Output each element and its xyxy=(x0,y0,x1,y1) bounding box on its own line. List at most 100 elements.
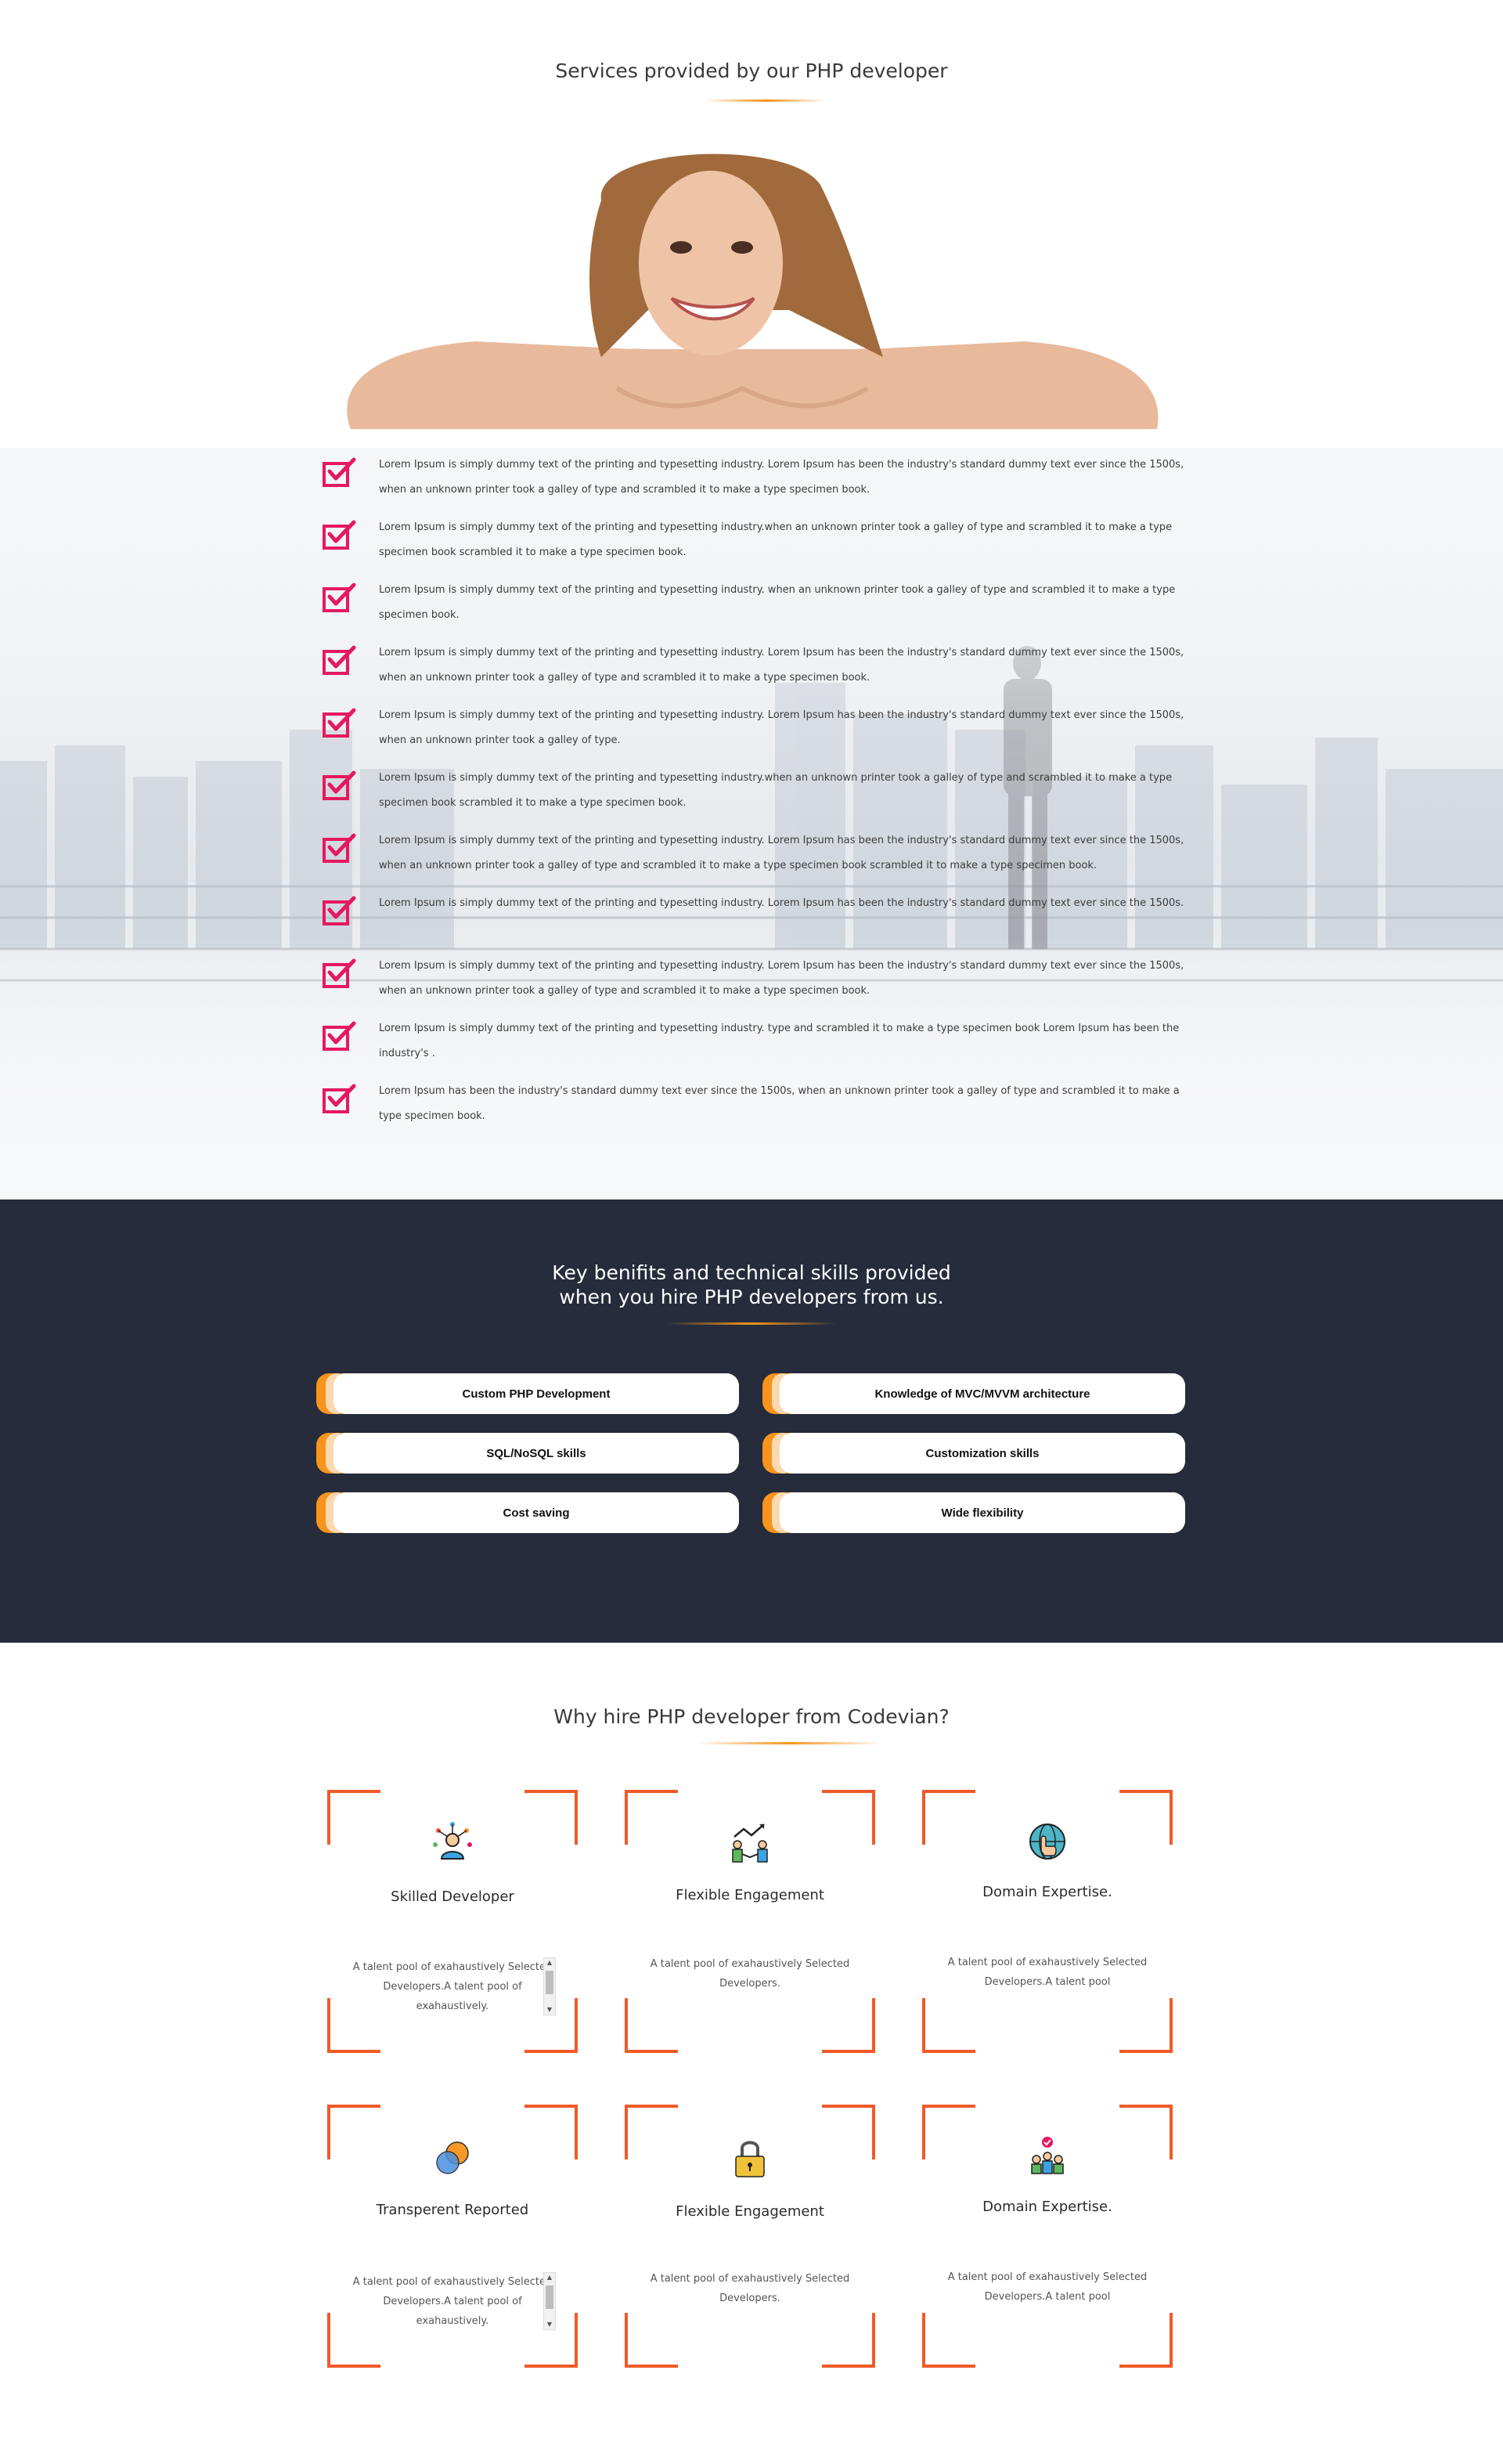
card-skilled-developer: Skilled Developer A talent pool of exaha… xyxy=(327,1790,578,2053)
corner-bracket xyxy=(1119,2105,1173,2159)
checkbox-checked-icon xyxy=(323,1021,356,1051)
corner-bracket xyxy=(327,2105,380,2159)
pill-customization-skills: Customization skills xyxy=(762,1433,1185,1474)
services-list: Lorem Ipsum is simply dummy text of the … xyxy=(319,453,1190,1142)
benefits-title-line1: Key benifits and technical skills provid… xyxy=(552,1261,951,1284)
card-text: A talent pool of exahaustively Selected … xyxy=(947,1957,1148,1988)
scroll-down-icon[interactable]: ▼ xyxy=(544,2005,555,2015)
service-text: Lorem Ipsum is simply dummy text of the … xyxy=(379,459,1184,496)
pill-wide-flexibility: Wide flexibility xyxy=(762,1492,1185,1533)
service-item: Lorem Ipsum is simply dummy text of the … xyxy=(319,954,1190,1016)
pill-label: Wide flexibility xyxy=(780,1492,1185,1533)
card-title: Flexible Engagement xyxy=(676,1887,824,1903)
card-title: Domain Expertise. xyxy=(982,2199,1112,2215)
pill-cost-saving: Cost saving xyxy=(316,1492,739,1533)
pill-label: Knowledge of MVC/MVVM architecture xyxy=(780,1373,1185,1414)
corner-bracket xyxy=(822,2105,875,2159)
card-domain-expertise: Domain Expertise. A talent pool of exaha… xyxy=(922,1790,1173,2053)
card-text: A talent pool of exahaustively Selected … xyxy=(352,2276,553,2327)
service-text: Lorem Ipsum is simply dummy text of the … xyxy=(379,709,1184,746)
service-item: Lorem Ipsum is simply dummy text of the … xyxy=(319,578,1190,640)
corner-bracket xyxy=(922,2105,975,2159)
service-text: Lorem Ipsum has been the industry's stan… xyxy=(379,1085,1180,1122)
scroll-up-icon[interactable]: ▲ xyxy=(544,2273,555,2282)
card-text: A talent pool of exahaustively Selected … xyxy=(352,1961,553,2012)
service-text: Lorem Ipsum is simply dummy text of the … xyxy=(379,584,1176,621)
corner-bracket xyxy=(625,2105,678,2159)
checkbox-checked-icon xyxy=(323,457,356,487)
card-text: A talent pool of exahaustively Selected … xyxy=(650,2273,850,2304)
checkbox-checked-icon xyxy=(323,520,356,550)
team-check-icon xyxy=(1031,2137,1064,2174)
benefits-title: Key benifits and technical skills provid… xyxy=(0,1261,1503,1309)
service-text: Lorem Ipsum is simply dummy text of the … xyxy=(379,647,1184,684)
benefits-title-line2: when you hire PHP developers from us. xyxy=(559,1286,944,1308)
benefits-section: Key benifits and technical skills provid… xyxy=(0,1200,1503,1643)
corner-bracket xyxy=(524,1790,578,1845)
services-title: Services provided by our PHP developer xyxy=(555,60,948,82)
pill-mvc-architecture: Knowledge of MVC/MVVM architecture xyxy=(762,1373,1185,1414)
pill-label: Customization skills xyxy=(780,1433,1185,1474)
scroll-thumb[interactable] xyxy=(546,2285,553,2309)
overlap-circles-icon xyxy=(436,2141,469,2174)
pill-sql-nosql-skills: SQL/NoSQL skills xyxy=(316,1433,739,1474)
corner-bracket xyxy=(922,2313,975,2368)
service-item: Lorem Ipsum has been the industry's stan… xyxy=(319,1079,1190,1142)
scroll-down-icon[interactable]: ▼ xyxy=(544,2320,555,2329)
checkbox-checked-icon xyxy=(323,1084,356,1113)
checkbox-checked-icon xyxy=(323,770,356,800)
scroll-thumb[interactable] xyxy=(546,1971,553,1994)
service-item: Lorem Ipsum is simply dummy text of the … xyxy=(319,891,1190,954)
card-flexible-engagement: Flexible Engagement A talent pool of exa… xyxy=(625,1790,875,2053)
corner-bracket xyxy=(1119,1998,1173,2053)
service-text: Lorem Ipsum is simply dummy text of the … xyxy=(379,521,1173,558)
card-domain-expertise-2: Domain Expertise. A talent pool of exaha… xyxy=(922,2105,1173,2368)
corner-bracket xyxy=(822,1998,875,2053)
title-underline xyxy=(695,1742,883,1744)
checkbox-checked-icon xyxy=(323,708,356,738)
card-title: Domain Expertise. xyxy=(982,1884,1112,1900)
card-title: Skilled Developer xyxy=(391,1889,514,1905)
service-text: Lorem Ipsum is simply dummy text of the … xyxy=(379,772,1173,809)
corner-bracket xyxy=(1119,1790,1173,1845)
why-hire-title: Why hire PHP developer from Codevian? xyxy=(553,1705,950,1728)
service-item: Lorem Ipsum is simply dummy text of the … xyxy=(319,640,1190,703)
scroll-up-icon[interactable]: ▲ xyxy=(544,1958,555,1968)
checkbox-checked-icon xyxy=(323,583,356,612)
woman-portrait-image xyxy=(319,153,1177,429)
service-item: Lorem Ipsum is simply dummy text of the … xyxy=(319,828,1190,891)
pill-label: SQL/NoSQL skills xyxy=(333,1433,739,1474)
card-title: Transperent Reported xyxy=(376,2202,529,2218)
checkbox-checked-icon xyxy=(323,958,356,988)
pill-custom-php-development: Custom PHP Development xyxy=(316,1373,739,1414)
corner-bracket xyxy=(327,1790,380,1845)
card-scrollbar[interactable]: ▲ ▼ xyxy=(543,1957,556,2015)
card-text: A talent pool of exahaustively Selected … xyxy=(947,2271,1148,2303)
padlock-icon xyxy=(735,2141,765,2177)
card-title: Flexible Engagement xyxy=(676,2203,824,2220)
service-item: Lorem Ipsum is simply dummy text of the … xyxy=(319,766,1190,828)
pill-label: Custom PHP Development xyxy=(333,1373,739,1414)
service-text: Lorem Ipsum is simply dummy text of the … xyxy=(379,835,1184,871)
service-text: Lorem Ipsum is simply dummy text of the … xyxy=(379,960,1184,997)
service-item: Lorem Ipsum is simply dummy text of the … xyxy=(319,453,1190,515)
card-text: A talent pool of exahaustively Selected … xyxy=(650,1958,850,1990)
checkbox-checked-icon xyxy=(323,833,356,863)
handshake-growth-icon xyxy=(732,1824,768,1863)
service-item: Lorem Ipsum is simply dummy text of the … xyxy=(319,515,1190,578)
corner-bracket xyxy=(822,2313,875,2368)
pill-label: Cost saving xyxy=(333,1492,739,1533)
corner-bracket xyxy=(524,2105,578,2159)
corner-bracket xyxy=(922,1998,975,2053)
corner-bracket xyxy=(625,1998,678,2053)
title-underline xyxy=(705,99,827,102)
developer-icon xyxy=(433,1822,472,1860)
card-transperent-reported: Transperent Reported A talent pool of ex… xyxy=(327,2105,578,2368)
service-text: Lorem Ipsum is simply dummy text of the … xyxy=(379,1023,1180,1059)
corner-bracket xyxy=(625,1790,678,1845)
corner-bracket xyxy=(822,1790,875,1845)
card-scrollbar[interactable]: ▲ ▼ xyxy=(543,2272,556,2330)
services-section: Services provided by our PHP developer L… xyxy=(0,0,1503,1200)
corner-bracket xyxy=(922,1790,975,1845)
why-hire-section: Why hire PHP developer from Codevian? Sk… xyxy=(0,1643,1503,2464)
